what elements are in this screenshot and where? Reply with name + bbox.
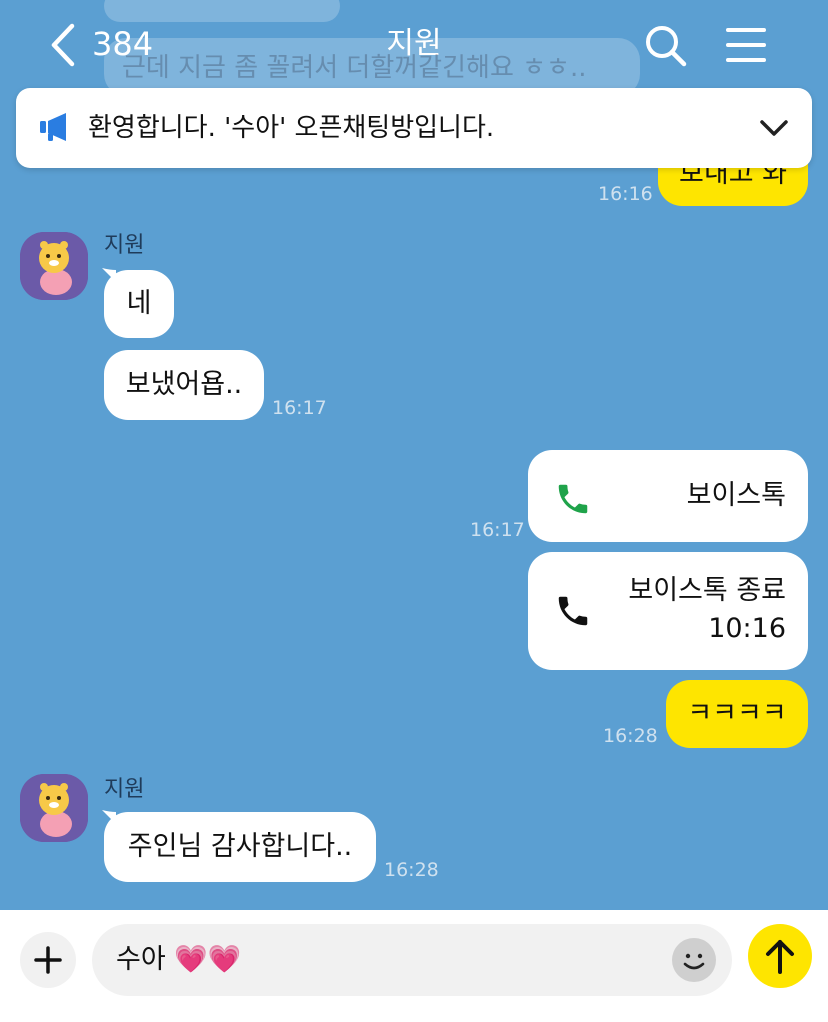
message-input-value: 수아 💗💗 (116, 944, 242, 975)
megaphone-icon (40, 113, 66, 141)
search-button[interactable] (644, 24, 688, 68)
sender-name: 지원 (104, 233, 145, 258)
faded-message-text: 근데 지금 좀 꼴려서 더할꺼같긴해요 ㅎㅎ.. (122, 53, 587, 83)
voice-call-ended-card[interactable]: 보이스톡 종료 10:16 (528, 552, 808, 670)
call-label: 보이스톡 (686, 480, 786, 511)
attach-button[interactable] (20, 932, 76, 988)
chevron-down-icon[interactable] (758, 114, 790, 142)
call-label: 보이스톡 종료 (628, 575, 786, 606)
message-time: 16:17 (470, 519, 525, 541)
character-avatar-icon (20, 232, 88, 300)
message-time: 16:16 (598, 183, 653, 205)
call-duration: 10:16 (708, 613, 786, 644)
their-message-bubble[interactable]: 보냈어욥.. (104, 350, 264, 420)
my-message-bubble[interactable]: ㅋㅋㅋㅋ (666, 680, 808, 748)
character-avatar-icon (20, 774, 88, 842)
arrow-up-icon (766, 940, 794, 974)
voice-call-card[interactable]: 보이스톡 (528, 450, 808, 542)
phone-black-icon (558, 596, 588, 626)
hamburger-menu-icon (726, 28, 766, 62)
plus-icon (34, 946, 62, 974)
message-input-bar: 수아 💗💗 (0, 910, 828, 1022)
message-text: 보냈어욥.. (125, 369, 243, 400)
message-text: 주인님 감사합니다.. (127, 831, 353, 862)
notice-banner[interactable]: 환영합니다. '수아' 오픈채팅방입니다. (16, 88, 812, 168)
message-time: 16:28 (384, 859, 439, 881)
smiley-icon (673, 939, 715, 981)
message-time: 16:17 (272, 397, 327, 419)
their-message-bubble[interactable]: 네 (104, 270, 174, 338)
menu-button[interactable] (724, 26, 768, 66)
faded-message-bubble (104, 0, 340, 22)
message-text: 네 (126, 288, 152, 319)
notice-text: 환영합니다. '수아' 오픈채팅방입니다. (88, 113, 495, 143)
message-text: ㅋㅋㅋㅋ (687, 698, 787, 729)
message-input[interactable]: 수아 💗💗 (92, 924, 732, 996)
avatar[interactable] (20, 232, 88, 300)
their-message-bubble[interactable]: 주인님 감사합니다.. (104, 812, 376, 882)
avatar[interactable] (20, 774, 88, 842)
message-time: 16:28 (603, 725, 658, 747)
send-button[interactable] (748, 924, 812, 988)
search-icon (646, 26, 687, 67)
sender-name: 지원 (104, 777, 145, 802)
phone-green-icon (558, 484, 588, 514)
emoticon-button[interactable] (672, 938, 716, 982)
